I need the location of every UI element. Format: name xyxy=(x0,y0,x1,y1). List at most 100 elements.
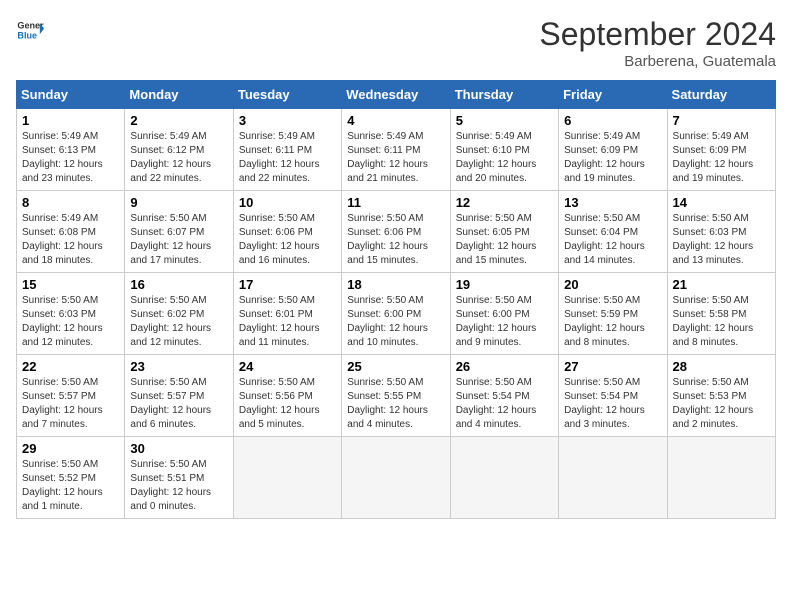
calendar-cell: 22Sunrise: 5:50 AM Sunset: 5:57 PM Dayli… xyxy=(17,355,125,437)
day-info: Sunrise: 5:50 AM Sunset: 5:53 PM Dayligh… xyxy=(673,376,770,432)
weekday-header-thursday: Thursday xyxy=(450,81,558,109)
calendar-cell: 5 Sunrise: 5:49 AM Sunset: 6:10 PM Daylig… xyxy=(450,109,558,191)
day-number: 28 xyxy=(673,359,770,374)
day-number: 5 xyxy=(456,113,553,128)
day-number: 3 xyxy=(239,113,336,128)
day-number: 12 xyxy=(456,195,553,210)
day-info: Sunrise: 5:50 AM Sunset: 6:05 PM Dayligh… xyxy=(456,212,553,268)
calendar-cell: 2 Sunrise: 5:49 AM Sunset: 6:12 PM Daylig… xyxy=(125,109,233,191)
day-number: 7 xyxy=(673,113,770,128)
day-info: Sunrise: 5:49 AM Sunset: 6:10 PM Dayligh… xyxy=(456,130,553,186)
day-info: Sunrise: 5:49 AM Sunset: 6:09 PM Dayligh… xyxy=(564,130,661,186)
calendar-week-1: 1Sunrise: 5:49 AM Sunset: 6:13 PM Daylig… xyxy=(17,109,776,191)
calendar-cell: 12 Sunrise: 5:50 AM Sunset: 6:05 PM Dayli… xyxy=(450,191,558,273)
day-info: Sunrise: 5:50 AM Sunset: 5:57 PM Dayligh… xyxy=(22,376,119,432)
day-number: 14 xyxy=(673,195,770,210)
calendar-cell: 17 Sunrise: 5:50 AM Sunset: 6:01 PM Dayli… xyxy=(233,273,341,355)
calendar-week-2: 8 Sunrise: 5:49 AM Sunset: 6:08 PM Daylig… xyxy=(17,191,776,273)
calendar-cell: 1Sunrise: 5:49 AM Sunset: 6:13 PM Daylig… xyxy=(17,109,125,191)
calendar-cell: 4 Sunrise: 5:49 AM Sunset: 6:11 PM Daylig… xyxy=(342,109,450,191)
calendar-cell xyxy=(233,437,341,519)
day-info: Sunrise: 5:49 AM Sunset: 6:11 PM Dayligh… xyxy=(239,130,336,186)
day-number: 24 xyxy=(239,359,336,374)
calendar-week-5: 29Sunrise: 5:50 AM Sunset: 5:52 PM Dayli… xyxy=(17,437,776,519)
day-info: Sunrise: 5:49 AM Sunset: 6:12 PM Dayligh… xyxy=(130,130,227,186)
day-info: Sunrise: 5:49 AM Sunset: 6:11 PM Dayligh… xyxy=(347,130,444,186)
day-number: 17 xyxy=(239,277,336,292)
day-number: 19 xyxy=(456,277,553,292)
day-number: 21 xyxy=(673,277,770,292)
day-number: 13 xyxy=(564,195,661,210)
calendar-cell: 8 Sunrise: 5:49 AM Sunset: 6:08 PM Daylig… xyxy=(17,191,125,273)
calendar-cell: 21 Sunrise: 5:50 AM Sunset: 5:58 PM Dayli… xyxy=(667,273,775,355)
day-number: 4 xyxy=(347,113,444,128)
day-info: Sunrise: 5:50 AM Sunset: 5:54 PM Dayligh… xyxy=(564,376,661,432)
title-block: September 2024 Barberena, Guatemala xyxy=(539,16,776,70)
day-info: Sunrise: 5:50 AM Sunset: 6:03 PM Dayligh… xyxy=(673,212,770,268)
day-info: Sunrise: 5:50 AM Sunset: 5:52 PM Dayligh… xyxy=(22,458,119,514)
weekday-header-sunday: Sunday xyxy=(17,81,125,109)
day-number: 16 xyxy=(130,277,227,292)
weekday-header-monday: Monday xyxy=(125,81,233,109)
calendar-cell: 27 Sunrise: 5:50 AM Sunset: 5:54 PM Dayli… xyxy=(559,355,667,437)
calendar-cell: 24 Sunrise: 5:50 AM Sunset: 5:56 PM Dayli… xyxy=(233,355,341,437)
calendar-cell xyxy=(559,437,667,519)
calendar-cell xyxy=(667,437,775,519)
day-info: Sunrise: 5:50 AM Sunset: 5:51 PM Dayligh… xyxy=(130,458,227,514)
day-info: Sunrise: 5:50 AM Sunset: 6:06 PM Dayligh… xyxy=(239,212,336,268)
day-number: 1 xyxy=(22,113,119,128)
calendar-cell: 28 Sunrise: 5:50 AM Sunset: 5:53 PM Dayli… xyxy=(667,355,775,437)
day-info: Sunrise: 5:50 AM Sunset: 5:56 PM Dayligh… xyxy=(239,376,336,432)
calendar-cell xyxy=(450,437,558,519)
calendar-cell: 19Sunrise: 5:50 AM Sunset: 6:00 PM Dayli… xyxy=(450,273,558,355)
day-number: 2 xyxy=(130,113,227,128)
calendar-cell: 25Sunrise: 5:50 AM Sunset: 5:55 PM Dayli… xyxy=(342,355,450,437)
svg-text:Blue: Blue xyxy=(17,30,37,40)
calendar-cell: 20 Sunrise: 5:50 AM Sunset: 5:59 PM Dayli… xyxy=(559,273,667,355)
day-info: Sunrise: 5:50 AM Sunset: 5:58 PM Dayligh… xyxy=(673,294,770,350)
calendar-cell: 29Sunrise: 5:50 AM Sunset: 5:52 PM Dayli… xyxy=(17,437,125,519)
day-number: 27 xyxy=(564,359,661,374)
day-number: 23 xyxy=(130,359,227,374)
day-number: 15 xyxy=(22,277,119,292)
day-info: Sunrise: 5:50 AM Sunset: 5:57 PM Dayligh… xyxy=(130,376,227,432)
calendar-cell: 6 Sunrise: 5:49 AM Sunset: 6:09 PM Daylig… xyxy=(559,109,667,191)
weekday-header-saturday: Saturday xyxy=(667,81,775,109)
calendar-week-3: 15 Sunrise: 5:50 AM Sunset: 6:03 PM Dayli… xyxy=(17,273,776,355)
day-number: 6 xyxy=(564,113,661,128)
day-number: 18 xyxy=(347,277,444,292)
calendar-cell: 13 Sunrise: 5:50 AM Sunset: 6:04 PM Dayli… xyxy=(559,191,667,273)
calendar-cell: 14 Sunrise: 5:50 AM Sunset: 6:03 PM Dayli… xyxy=(667,191,775,273)
calendar-cell: 16Sunrise: 5:50 AM Sunset: 6:02 PM Dayli… xyxy=(125,273,233,355)
calendar-cell: 3 Sunrise: 5:49 AM Sunset: 6:11 PM Daylig… xyxy=(233,109,341,191)
day-number: 8 xyxy=(22,195,119,210)
calendar-cell: 18Sunrise: 5:50 AM Sunset: 6:00 PM Dayli… xyxy=(342,273,450,355)
day-info: Sunrise: 5:50 AM Sunset: 5:55 PM Dayligh… xyxy=(347,376,444,432)
day-number: 10 xyxy=(239,195,336,210)
day-info: Sunrise: 5:50 AM Sunset: 6:06 PM Dayligh… xyxy=(347,212,444,268)
calendar-table: SundayMondayTuesdayWednesdayThursdayFrid… xyxy=(16,80,776,519)
day-number: 9 xyxy=(130,195,227,210)
day-number: 20 xyxy=(564,277,661,292)
day-info: Sunrise: 5:50 AM Sunset: 5:59 PM Dayligh… xyxy=(564,294,661,350)
day-info: Sunrise: 5:50 AM Sunset: 6:07 PM Dayligh… xyxy=(130,212,227,268)
day-info: Sunrise: 5:50 AM Sunset: 6:03 PM Dayligh… xyxy=(22,294,119,350)
weekday-header-friday: Friday xyxy=(559,81,667,109)
calendar-cell: 11 Sunrise: 5:50 AM Sunset: 6:06 PM Dayli… xyxy=(342,191,450,273)
day-info: Sunrise: 5:49 AM Sunset: 6:08 PM Dayligh… xyxy=(22,212,119,268)
calendar-cell: 15 Sunrise: 5:50 AM Sunset: 6:03 PM Dayli… xyxy=(17,273,125,355)
day-number: 30 xyxy=(130,441,227,456)
day-number: 11 xyxy=(347,195,444,210)
day-info: Sunrise: 5:50 AM Sunset: 5:54 PM Dayligh… xyxy=(456,376,553,432)
page-header: General Blue September 2024 Barberena, G… xyxy=(16,16,776,70)
calendar-cell: 23 Sunrise: 5:50 AM Sunset: 5:57 PM Dayli… xyxy=(125,355,233,437)
calendar-cell: 30 Sunrise: 5:50 AM Sunset: 5:51 PM Dayli… xyxy=(125,437,233,519)
day-info: Sunrise: 5:50 AM Sunset: 6:01 PM Dayligh… xyxy=(239,294,336,350)
location: Barberena, Guatemala xyxy=(539,53,776,70)
calendar-cell: 9 Sunrise: 5:50 AM Sunset: 6:07 PM Daylig… xyxy=(125,191,233,273)
month-title: September 2024 xyxy=(539,16,776,53)
logo-icon: General Blue xyxy=(16,16,44,44)
weekday-header-tuesday: Tuesday xyxy=(233,81,341,109)
day-info: Sunrise: 5:50 AM Sunset: 6:04 PM Dayligh… xyxy=(564,212,661,268)
calendar-cell: 10 Sunrise: 5:50 AM Sunset: 6:06 PM Dayli… xyxy=(233,191,341,273)
